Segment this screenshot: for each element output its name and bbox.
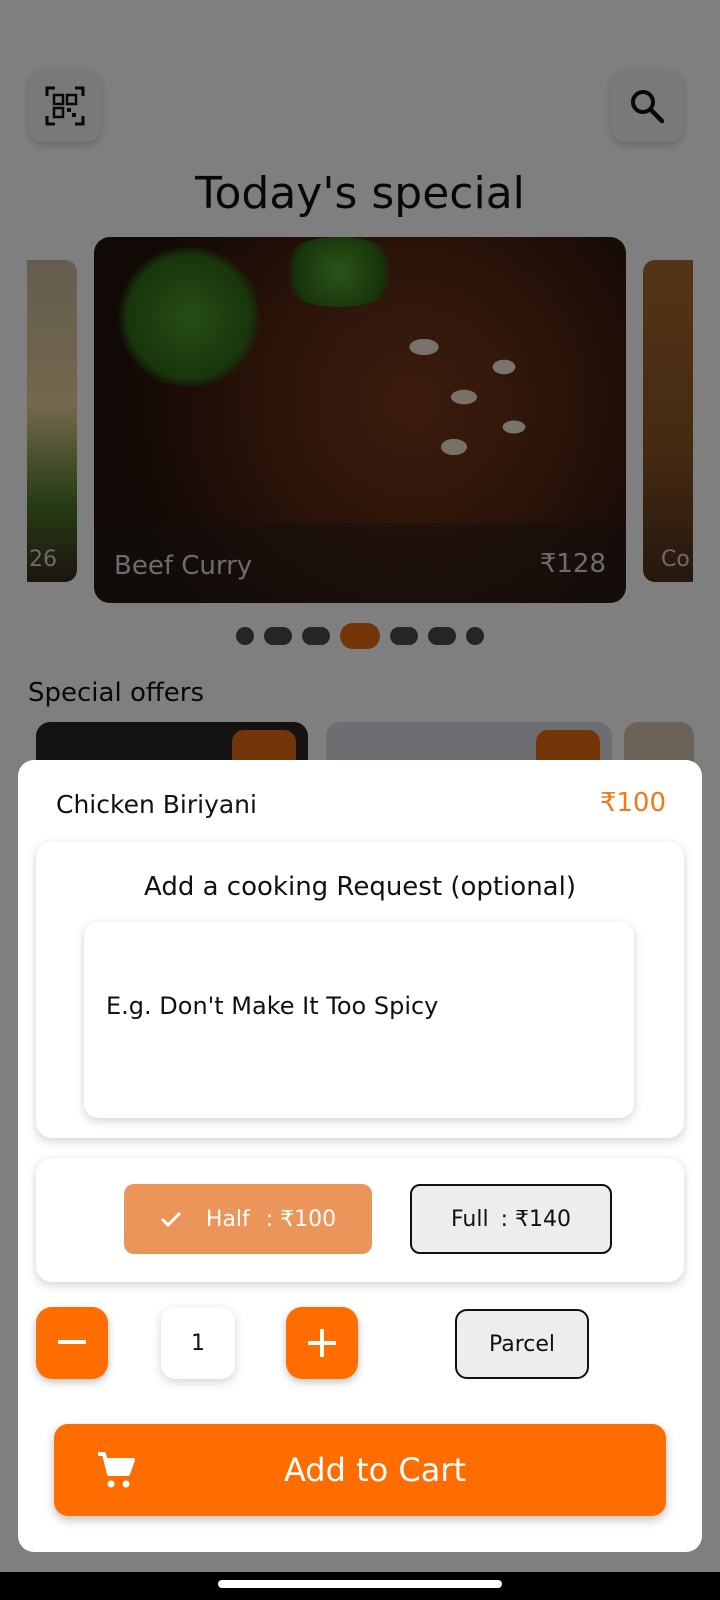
cart-icon [98,1452,135,1488]
cooking-request-title: Add a cooking Request (optional) [144,872,576,902]
size-full-label: Full [450,1206,489,1232]
item-name: Chicken Biriyani [56,790,257,819]
portion-size-card: Half : ₹100 Full : ₹140 [36,1158,684,1282]
size-half-price: : ₹100 [265,1206,337,1232]
check-icon [160,1211,181,1228]
size-full-price: : ₹140 [500,1206,572,1232]
quantity-decrease-button[interactable] [36,1307,108,1379]
size-half-button[interactable]: Half : ₹100 [124,1184,372,1254]
system-nav-bar [0,1572,720,1600]
minus-icon [58,1340,86,1344]
add-to-cart-label: Add to Cart [283,1451,467,1489]
plus-icon [308,1329,336,1357]
add-to-cart-button[interactable]: Add to Cart [54,1424,666,1516]
size-half-label: Half [205,1206,250,1232]
cooking-request-input[interactable] [84,922,634,1118]
cooking-request-card: Add a cooking Request (optional) [36,842,684,1138]
item-price: ₹100 [599,788,666,818]
quantity-increase-button[interactable] [286,1307,358,1379]
quantity-value: 1 [161,1307,235,1379]
size-full-button[interactable]: Full : ₹140 [410,1184,612,1254]
home-gesture-handle[interactable] [218,1580,502,1588]
item-options-sheet: Chicken Biriyani ₹100 Add a cooking Requ… [18,760,702,1552]
parcel-toggle[interactable]: Parcel [455,1309,589,1379]
